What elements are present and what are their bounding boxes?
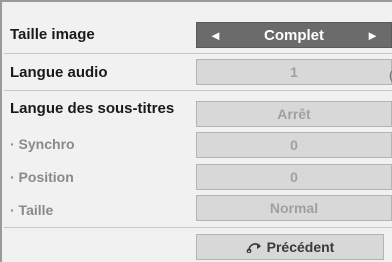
subtitle-position-text: 0 <box>290 169 298 185</box>
separator <box>4 53 392 54</box>
menu-label-langue-audio: Langue audio <box>10 64 108 81</box>
subtitle-language-value[interactable]: Arrêt <box>196 101 392 127</box>
arrow-left-icon[interactable]: ◄ <box>209 29 222 42</box>
menu-label-taille-image: Taille image <box>10 26 95 43</box>
menu-label-synchro: · Synchro <box>10 136 75 152</box>
subtitle-size-text: Normal <box>269 200 319 216</box>
menu-row-taille-image[interactable]: Taille image ◄ Complet ► <box>10 22 392 48</box>
subtitle-sync-text: 0 <box>290 137 298 153</box>
menu-row-position[interactable]: · Position 0 <box>10 164 392 190</box>
menu-row-taille[interactable]: · Taille Normal <box>10 195 392 221</box>
separator <box>4 90 392 91</box>
menu-row-langue-sous-titres[interactable]: Langue des sous-titres Arrêt <box>10 99 392 127</box>
menu-row-langue-audio[interactable]: Langue audio 1 <box>10 59 392 85</box>
subtitle-position-value[interactable]: 0 <box>196 164 392 190</box>
arrow-right-icon[interactable]: ► <box>366 29 379 42</box>
return-arrow-icon <box>246 243 261 253</box>
settings-menu: Taille image ◄ Complet ► Langue audio 1 … <box>0 0 392 262</box>
menu-row-synchro[interactable]: · Synchro 0 <box>10 132 392 158</box>
picture-size-selector[interactable]: ◄ Complet ► <box>196 22 392 48</box>
menu-label-langue-sous-titres: Langue des sous-titres <box>10 100 175 117</box>
back-button-label: Précédent <box>266 239 335 255</box>
subtitle-size-value[interactable]: Normal <box>196 195 392 221</box>
audio-language-text: 1 <box>290 64 298 80</box>
picture-size-value: Complet <box>264 26 324 44</box>
menu-label-taille: · Taille <box>10 202 54 218</box>
menu-label-position: · Position <box>10 169 74 185</box>
audio-language-value[interactable]: 1 <box>196 59 392 85</box>
separator <box>4 227 392 228</box>
subtitle-language-text: Arrêt <box>277 106 311 122</box>
subtitle-sync-value[interactable]: 0 <box>196 132 392 158</box>
back-button[interactable]: Précédent <box>196 234 384 260</box>
